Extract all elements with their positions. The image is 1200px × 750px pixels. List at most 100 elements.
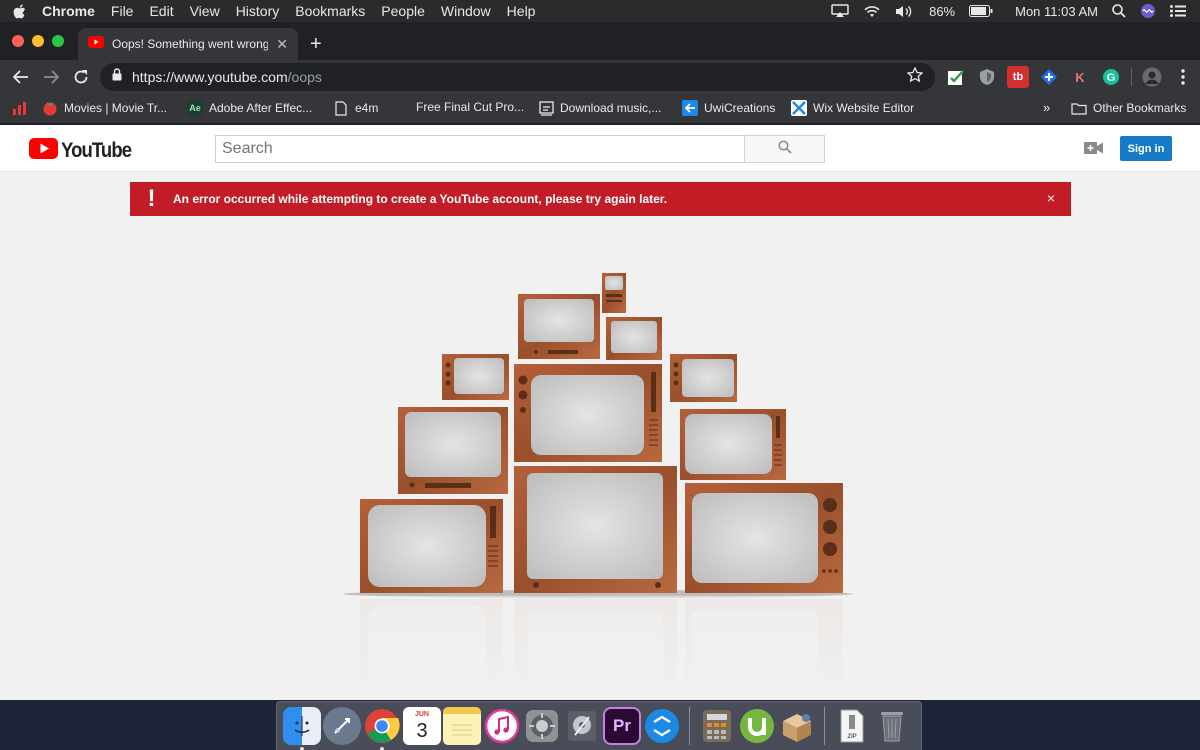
new-tab-button[interactable]: + (310, 34, 322, 54)
checkmark-extension-icon[interactable] (945, 66, 967, 88)
calculator-icon[interactable] (698, 707, 736, 745)
tv-middle-right (680, 409, 786, 480)
tubebuddy-extension-icon[interactable]: tb (1007, 66, 1029, 88)
lock-icon[interactable] (112, 68, 122, 86)
chrome-icon[interactable] (363, 707, 401, 750)
volume-icon[interactable] (895, 5, 915, 18)
url-host: https://www.youtube.com (132, 69, 288, 85)
upload-video-icon[interactable] (1084, 141, 1104, 160)
menubar-clock[interactable]: Mon 11:03 AM (1015, 4, 1098, 19)
notification-center-icon[interactable] (1170, 5, 1186, 17)
page-icon (333, 100, 349, 116)
address-bar[interactable]: https://www.youtube.com/oops (100, 63, 935, 91)
forward-button[interactable] (36, 62, 66, 92)
bookmark-analytics[interactable] (12, 100, 28, 116)
tv-upper-right (606, 317, 662, 360)
utorrent-icon[interactable] (738, 707, 776, 745)
youtube-logo[interactable]: YouTube (29, 138, 141, 164)
airplay-icon[interactable] (831, 4, 849, 18)
zoom-window-button[interactable] (52, 35, 64, 47)
bookmark-label: UwiCreations (704, 101, 776, 115)
minimize-window-button[interactable] (32, 35, 44, 47)
archive-utility-icon[interactable] (778, 707, 816, 745)
trash-icon[interactable] (873, 707, 911, 745)
menu-view[interactable]: View (182, 0, 228, 22)
calendar-icon[interactable]: JUN 3 (403, 707, 441, 745)
apple-menu-icon[interactable] (0, 3, 38, 19)
bookmark-uwicreations[interactable]: UwiCreations (682, 100, 775, 116)
search-button[interactable] (744, 135, 825, 163)
bookmark-after-effects[interactable]: Ae Adobe After Effec... (187, 100, 312, 116)
menu-help[interactable]: Help (499, 0, 544, 22)
browser-tab-strip: Oops! Something went wrong. ✕ + (0, 22, 1200, 60)
shield-extension-icon[interactable] (976, 66, 998, 88)
bookmarks-bar: Movies | Movie Tr... Ae Adobe After Effe… (0, 94, 1200, 124)
zip-file-icon[interactable]: ZIP (833, 707, 871, 745)
menu-window[interactable]: Window (433, 0, 499, 22)
arrow-left-icon (682, 100, 698, 116)
bookmark-download-music[interactable]: Download music,... (538, 100, 661, 116)
url-path: /oops (287, 69, 322, 85)
launchpad-icon[interactable] (323, 707, 361, 745)
search-icon (777, 139, 792, 159)
siri-icon[interactable] (1140, 3, 1156, 19)
disk-utility-icon[interactable] (563, 707, 601, 745)
chrome-menu-icon[interactable] (1172, 66, 1194, 88)
other-bookmarks-folder[interactable]: Other Bookmarks (1071, 100, 1186, 116)
browser-toolbar: https://www.youtube.com/oops tb K G (0, 60, 1200, 94)
itunes-icon[interactable] (483, 707, 521, 745)
battery-icon[interactable] (969, 5, 993, 17)
reload-button[interactable] (66, 62, 96, 92)
wifi-icon[interactable] (863, 5, 881, 18)
tab-title: Oops! Something went wrong. (112, 37, 269, 51)
macos-menubar: Chrome File Edit View History Bookmarks … (0, 0, 1200, 22)
reflection-fade (340, 596, 860, 700)
menu-app-name[interactable]: Chrome (38, 0, 103, 22)
extensions-row: tb K G (945, 66, 1194, 88)
notes-icon[interactable] (443, 707, 481, 745)
alert-close-button[interactable]: × (1047, 190, 1055, 206)
menu-file[interactable]: File (103, 0, 142, 22)
wix-icon (791, 100, 807, 116)
plus-extension-icon[interactable] (1038, 66, 1060, 88)
search-input[interactable] (215, 135, 745, 163)
tv-top-small (602, 273, 626, 313)
menu-bookmarks[interactable]: Bookmarks (287, 0, 373, 22)
tv-bottom-left (360, 499, 503, 593)
close-tab-icon[interactable]: ✕ (276, 36, 288, 53)
bookmark-label: Adobe After Effec... (209, 101, 313, 115)
premiere-pro-icon[interactable]: Pr (603, 707, 641, 745)
tv-upper-left (518, 294, 600, 359)
bookmark-movies[interactable]: Movies | Movie Tr... (42, 100, 167, 116)
k-extension-icon[interactable]: K (1069, 66, 1091, 88)
tv-right-small (670, 354, 737, 402)
bookmarks-overflow-button[interactable]: » (1043, 100, 1050, 115)
menu-edit[interactable]: Edit (141, 0, 181, 22)
spotlight-search-icon[interactable] (1112, 4, 1126, 18)
bookmark-label: Download music,... (560, 101, 662, 115)
browser-tab-active[interactable]: Oops! Something went wrong. ✕ (78, 28, 298, 60)
youtube-play-icon (29, 138, 58, 164)
profile-avatar[interactable] (1141, 66, 1163, 88)
youtube-wordmark: YouTube (61, 139, 132, 162)
bookmark-label: Free Final Cut Pro... (416, 100, 525, 114)
sign-in-button[interactable]: Sign in (1120, 136, 1172, 161)
close-window-button[interactable] (12, 35, 24, 47)
back-button[interactable] (6, 62, 36, 92)
bookmark-star-icon[interactable] (906, 66, 924, 87)
system-preferences-icon[interactable] (523, 707, 561, 745)
grammarly-extension-icon[interactable]: G (1100, 66, 1122, 88)
menu-history[interactable]: History (228, 0, 288, 22)
bookmark-final-cut[interactable]: Free Final Cut Pro... (416, 100, 524, 114)
tv-bottom-right (685, 483, 843, 593)
menu-people[interactable]: People (373, 0, 433, 22)
battery-percent: 86% (929, 3, 956, 19)
alert-message: An error occurred while attempting to cr… (173, 192, 668, 206)
url-text[interactable]: https://www.youtube.com/oops (132, 69, 322, 85)
toolbar-divider (1131, 68, 1132, 86)
svg-text:ZIP: ZIP (847, 734, 856, 740)
shareit-icon[interactable] (643, 707, 681, 745)
finder-icon[interactable] (283, 707, 321, 750)
bookmark-wix[interactable]: Wix Website Editor (791, 100, 914, 116)
bookmark-e4m[interactable]: e4m (333, 100, 378, 116)
